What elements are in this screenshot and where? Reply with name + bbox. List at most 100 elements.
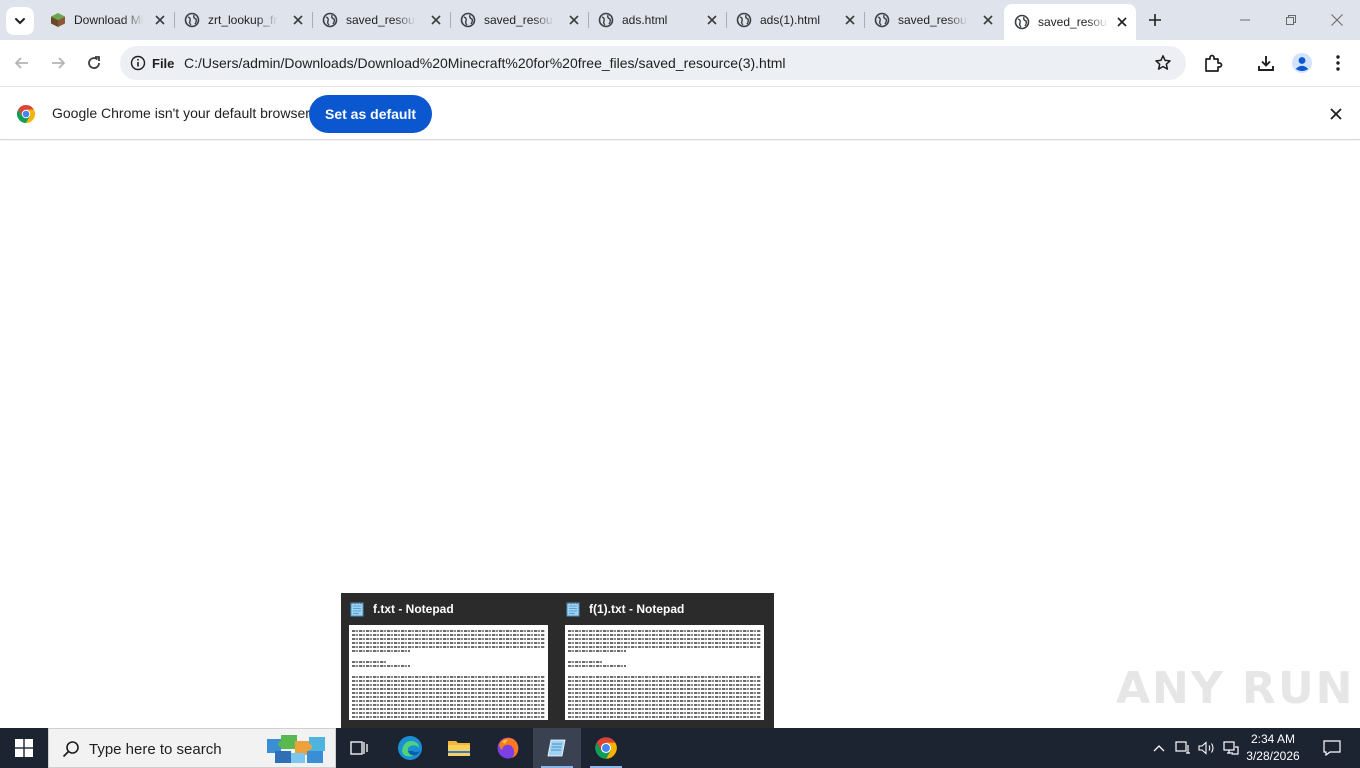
taskbar-chrome[interactable] <box>582 728 630 768</box>
edge-icon <box>398 736 422 760</box>
tab-ads-html[interactable]: ads.html <box>588 6 727 34</box>
tab-zrt-lookup[interactable]: zrt_lookup_frame <box>174 6 313 34</box>
url-text[interactable]: C:/Users/admin/Downloads/Download%20Mine… <box>184 55 786 71</box>
restore-button[interactable] <box>1268 0 1314 40</box>
minimize-icon <box>1240 19 1250 21</box>
taskbar-firefox[interactable] <box>484 728 532 768</box>
chrome-icon <box>595 737 617 759</box>
notepad-icon <box>566 602 580 617</box>
site-info-chip[interactable]: File <box>126 50 182 76</box>
close-tab-icon[interactable] <box>1114 14 1130 30</box>
thumbnail-notepad-f1[interactable]: f(1).txt - Notepad <box>557 593 773 728</box>
extensions-button[interactable] <box>1200 50 1226 76</box>
tab-title: ads(1).html <box>760 13 821 27</box>
clock-time: 2:34 AM <box>1250 732 1296 746</box>
file-explorer-icon <box>448 741 470 756</box>
plus-icon <box>1149 14 1161 26</box>
volume-icon <box>1198 741 1214 755</box>
reload-icon <box>88 56 100 69</box>
default-browser-infobar: Google Chrome isn't your default browser… <box>0 86 1360 140</box>
taskbar-notepad[interactable] <box>533 728 581 768</box>
close-tab-icon[interactable] <box>428 12 444 28</box>
tab-saved-resource[interactable]: saved_resource <box>312 6 451 34</box>
display-icon <box>1175 741 1190 754</box>
address-bar[interactable]: File C:/Users/admin/Downloads/Download%2… <box>120 46 1186 80</box>
chevron-down-icon <box>15 18 25 25</box>
close-tab-icon[interactable] <box>704 12 720 28</box>
tab-ads1-html[interactable]: ads(1).html <box>726 6 865 34</box>
thumbnail-title: f.txt - Notepad <box>373 602 454 616</box>
minecraft-block-icon <box>50 12 66 28</box>
puzzle-piece-icon <box>1205 54 1223 72</box>
reload-button[interactable] <box>80 49 108 77</box>
info-icon <box>130 55 146 71</box>
close-tab-icon[interactable] <box>152 12 168 28</box>
close-tab-icon[interactable] <box>980 12 996 28</box>
tab-saved-resource-active[interactable]: saved_resource <box>1004 4 1136 40</box>
windows-logo-icon <box>15 739 33 757</box>
browser-toolbar: File C:/Users/admin/Downloads/Download%2… <box>0 40 1360 86</box>
globe-icon <box>322 12 338 28</box>
close-tab-icon[interactable] <box>290 12 306 28</box>
tab-title: saved_resource <box>1038 15 1108 29</box>
close-icon[interactable] <box>1328 106 1344 122</box>
set-as-default-button[interactable]: Set as default <box>309 95 433 133</box>
taskbar-edge[interactable] <box>386 728 434 768</box>
search-placeholder: Type here to search <box>89 741 222 758</box>
scheme-label: File <box>152 55 175 71</box>
thumbnail-title: f(1).txt - Notepad <box>589 602 685 616</box>
minimize-button[interactable] <box>1222 0 1268 40</box>
taskbar-search-box[interactable]: Type here to search <box>48 728 336 768</box>
network-icon <box>1223 741 1239 755</box>
search-icon <box>62 741 79 758</box>
bookmark-star-icon[interactable] <box>1154 54 1172 72</box>
tab-saved-resource[interactable]: saved_resource <box>450 6 589 34</box>
close-tab-icon[interactable] <box>566 12 582 28</box>
thumbnail-notepad-f[interactable]: f.txt - Notepad <box>341 593 557 728</box>
tab-strip: Download Minecraft for free zrt_lookup_f… <box>0 0 1360 40</box>
infobar-message: Google Chrome isn't your default browser <box>52 105 310 121</box>
tray-volume[interactable] <box>1197 728 1217 768</box>
tab-title: zrt_lookup_frame <box>208 13 278 27</box>
task-view-icon <box>350 741 368 755</box>
close-icon <box>1331 14 1343 26</box>
start-button[interactable] <box>0 728 48 768</box>
thumbnail-header: f.txt - Notepad <box>349 601 454 617</box>
tab-download-minecraft[interactable]: Download Minecraft for free <box>40 6 175 34</box>
show-hidden-icons-button[interactable] <box>1150 728 1168 768</box>
action-center-button[interactable] <box>1312 728 1352 768</box>
clock-date: 3/28/2026 <box>1246 749 1300 763</box>
downloads-button[interactable] <box>1253 50 1279 76</box>
watermark-text: ANY RUN <box>1116 663 1355 714</box>
windows-taskbar: Type here to search 2:34 AM 3/28/2026 <box>0 728 1360 768</box>
kebab-menu-icon <box>1336 55 1340 71</box>
notepad-icon <box>547 739 566 757</box>
tray-network[interactable] <box>1221 728 1241 768</box>
new-tab-button[interactable] <box>1144 9 1166 31</box>
taskbar-thumbnail-popup: f.txt - Notepad f(1).txt - Notepad <box>341 593 774 728</box>
tab-saved-resource[interactable]: saved_resource <box>864 6 1002 34</box>
thumbnail-preview <box>349 625 548 720</box>
forward-arrow-icon <box>52 57 66 69</box>
tab-search-button[interactable] <box>6 7 34 35</box>
back-button[interactable] <box>8 49 36 77</box>
anyrun-watermark: ANY RUN <box>1116 655 1353 725</box>
taskbar-file-explorer[interactable] <box>435 728 483 768</box>
notepad-icon <box>350 602 364 617</box>
profile-button[interactable] <box>1289 50 1315 76</box>
tab-title: ads.html <box>622 13 668 27</box>
search-highlight-puzzle-icon <box>267 735 325 763</box>
menu-button[interactable] <box>1325 50 1351 76</box>
task-view-button[interactable] <box>336 728 384 768</box>
globe-icon <box>736 12 752 28</box>
close-window-button[interactable] <box>1314 0 1360 40</box>
chrome-logo-icon <box>16 105 36 123</box>
tray-network-display[interactable] <box>1173 728 1193 768</box>
chevron-up-icon <box>1153 745 1165 752</box>
close-tab-icon[interactable] <box>842 12 858 28</box>
forward-button[interactable] <box>44 49 72 77</box>
avatar-icon <box>1292 53 1312 73</box>
taskbar-clock[interactable]: 2:34 AM 3/28/2026 <box>1240 731 1306 765</box>
back-arrow-icon <box>14 57 28 69</box>
notification-icon <box>1323 740 1341 756</box>
